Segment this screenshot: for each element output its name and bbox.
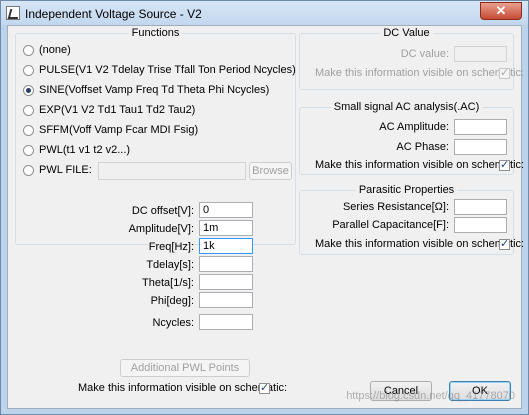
amplitude-input[interactable]: 1m	[199, 220, 253, 236]
radio-none-label: (none)	[39, 44, 71, 56]
radio-sffm-button[interactable]	[23, 125, 34, 136]
ac-visible-row: Make this information visible on schemat…	[315, 158, 524, 173]
dc-value-title: DC Value	[380, 27, 433, 39]
dc-visible-checkbox[interactable]	[499, 66, 510, 79]
dc-value-group: DC Value DC value: Make this information…	[299, 27, 524, 90]
radio-sine-label: SINE(Voffset Vamp Freq Td Theta Phi Ncyc…	[39, 84, 270, 96]
window-title: Independent Voltage Source - V2	[25, 7, 202, 21]
tdelay-input[interactable]	[199, 256, 253, 272]
browse-button[interactable]: Browse	[249, 162, 292, 180]
dc-visible-label: Make this information visible on schemat…	[315, 67, 525, 79]
left-visible-label: Make this information visible on schemat…	[78, 382, 288, 394]
dc-value-input[interactable]	[454, 46, 507, 62]
ac-phase-input[interactable]	[454, 139, 507, 155]
ac-phase-label: AC Phase:	[396, 141, 449, 153]
radio-exp-button[interactable]	[23, 105, 34, 116]
close-button[interactable]: ✕	[480, 2, 522, 20]
left-visible-checkbox[interactable]	[259, 381, 270, 394]
radio-none-button[interactable]	[23, 45, 34, 56]
close-icon: ✕	[495, 3, 507, 18]
freq-input[interactable]: 1k	[199, 238, 253, 254]
left-visible-row: Make this information visible on schemat…	[78, 381, 287, 396]
radio-pwl-file-label: PWL FILE:	[39, 164, 92, 176]
ac-analysis-title: Small signal AC analysis(.AC)	[330, 101, 483, 113]
watermark-text: https://blog.csdn.net/qq_41778070	[346, 390, 515, 402]
radio-sine-button[interactable]	[23, 85, 34, 96]
series-resistance-label: Series Resistance[Ω]:	[342, 201, 449, 213]
dialog-window: Independent Voltage Source - V2 ✕ Functi…	[0, 0, 529, 415]
parasitic-visible-label: Make this information visible on schemat…	[315, 238, 525, 250]
parasitic-visible-checkbox[interactable]	[499, 237, 510, 250]
ncycles-input[interactable]	[199, 314, 253, 330]
radio-pwl-file-button[interactable]	[23, 165, 34, 176]
parallel-capacitance-label: Parallel Capacitance[F]:	[332, 219, 449, 231]
ncycles-label: Ncycles:	[152, 317, 194, 329]
parasitic-visible-row: Make this information visible on schemat…	[315, 237, 524, 252]
freq-label: Freq[Hz]:	[148, 241, 194, 253]
ac-visible-checkbox[interactable]	[499, 158, 510, 171]
parallel-capacitance-input[interactable]	[454, 217, 507, 233]
theta-label: Theta[1/s]:	[142, 277, 194, 289]
theta-input[interactable]	[199, 274, 253, 290]
parasitic-title: Parasitic Properties	[355, 184, 458, 196]
radio-pulse-button[interactable]	[23, 65, 34, 76]
dc-offset-input[interactable]: 0	[199, 202, 253, 218]
radio-pulse-label: PULSE(V1 V2 Tdelay Trise Tfall Ton Perio…	[39, 64, 296, 76]
radio-sffm-label: SFFM(Voff Vamp Fcar MDI Fsig)	[39, 124, 199, 136]
tdelay-label: Tdelay[s]:	[146, 259, 194, 271]
ac-amplitude-label: AC Amplitude:	[379, 121, 449, 133]
radio-pwl-button[interactable]	[23, 145, 34, 156]
dc-offset-label: DC offset[V]:	[131, 205, 194, 217]
pwl-file-input[interactable]	[98, 162, 246, 180]
amplitude-label: Amplitude[V]:	[128, 223, 194, 235]
phi-input[interactable]	[199, 292, 253, 308]
parasitic-group: Parasitic Properties Series Resistance[Ω…	[299, 184, 524, 255]
phi-label: Phi[deg]:	[150, 295, 194, 307]
app-icon	[6, 6, 20, 20]
additional-pwl-button[interactable]: Additional PWL Points	[120, 359, 250, 377]
ac-analysis-group: Small signal AC analysis(.AC) AC Amplitu…	[299, 101, 524, 175]
radio-exp-label: EXP(V1 V2 Td1 Tau1 Td2 Tau2)	[39, 104, 196, 116]
series-resistance-input[interactable]	[454, 199, 507, 215]
ac-amplitude-input[interactable]	[454, 119, 507, 135]
ac-visible-label: Make this information visible on schemat…	[315, 159, 525, 171]
dc-value-label: DC value:	[400, 48, 449, 60]
radio-pwl-label: PWL(t1 v1 t2 v2...)	[39, 144, 131, 156]
dialog-body: Functions (none) PULSE(V1 V2 Tdelay Tris…	[7, 25, 524, 409]
dc-visible-row: Make this information visible on schemat…	[315, 66, 524, 81]
title-bar[interactable]: Independent Voltage Source - V2 ✕	[1, 1, 528, 25]
functions-title: Functions	[128, 27, 183, 39]
